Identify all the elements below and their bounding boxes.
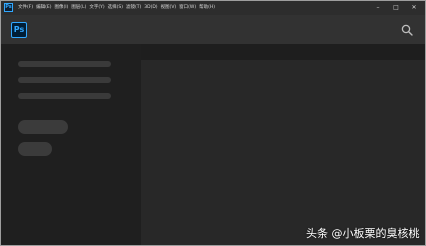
menu-item-view[interactable]: 视图(V) bbox=[161, 1, 177, 15]
watermark: 头条 @小板栗的臭核桃 bbox=[306, 227, 420, 240]
menu-item-edit[interactable]: 编辑(E) bbox=[36, 1, 51, 15]
maximize-button[interactable]: □ bbox=[389, 1, 403, 15]
close-button[interactable]: ✕ bbox=[407, 1, 421, 15]
loading-placeholder-line bbox=[18, 77, 111, 83]
home-content-area bbox=[141, 60, 425, 245]
menu: 文件(F) 编辑(E) 图像(I) 图层(L) 文字(Y) 选择(S) 滤镜(T… bbox=[18, 1, 218, 15]
menu-item-image[interactable]: 图像(I) bbox=[54, 1, 68, 15]
menu-item-window[interactable]: 窗口(W) bbox=[179, 1, 196, 15]
loading-placeholder-button bbox=[18, 120, 68, 134]
menu-item-filter[interactable]: 滤镜(T) bbox=[126, 1, 141, 15]
menu-item-select[interactable]: 选择(S) bbox=[108, 1, 123, 15]
menu-bar: Ps 文件(F) 编辑(E) 图像(I) 图层(L) 文字(Y) 选择(S) 滤… bbox=[1, 1, 425, 15]
home-left-panel bbox=[1, 44, 141, 245]
loading-placeholder-line bbox=[18, 61, 111, 67]
photoshop-app-icon[interactable]: Ps bbox=[4, 3, 13, 12]
options-bar: Ps bbox=[1, 15, 425, 44]
menu-item-layer[interactable]: 图层(L) bbox=[71, 1, 86, 15]
photoshop-logo[interactable]: Ps bbox=[11, 22, 27, 38]
photoshop-window: Ps 文件(F) 编辑(E) 图像(I) 图层(L) 文字(Y) 选择(S) 滤… bbox=[0, 0, 426, 246]
minimize-button[interactable]: – bbox=[371, 1, 385, 15]
search-icon[interactable] bbox=[401, 24, 413, 36]
menu-item-help[interactable]: 帮助(H) bbox=[199, 1, 215, 15]
menu-item-3d[interactable]: 3D(D) bbox=[144, 1, 157, 15]
menu-item-type[interactable]: 文字(Y) bbox=[89, 1, 104, 15]
loading-placeholder-button bbox=[18, 142, 52, 156]
menu-item-file[interactable]: 文件(F) bbox=[18, 1, 33, 15]
loading-placeholder-line bbox=[18, 93, 111, 99]
